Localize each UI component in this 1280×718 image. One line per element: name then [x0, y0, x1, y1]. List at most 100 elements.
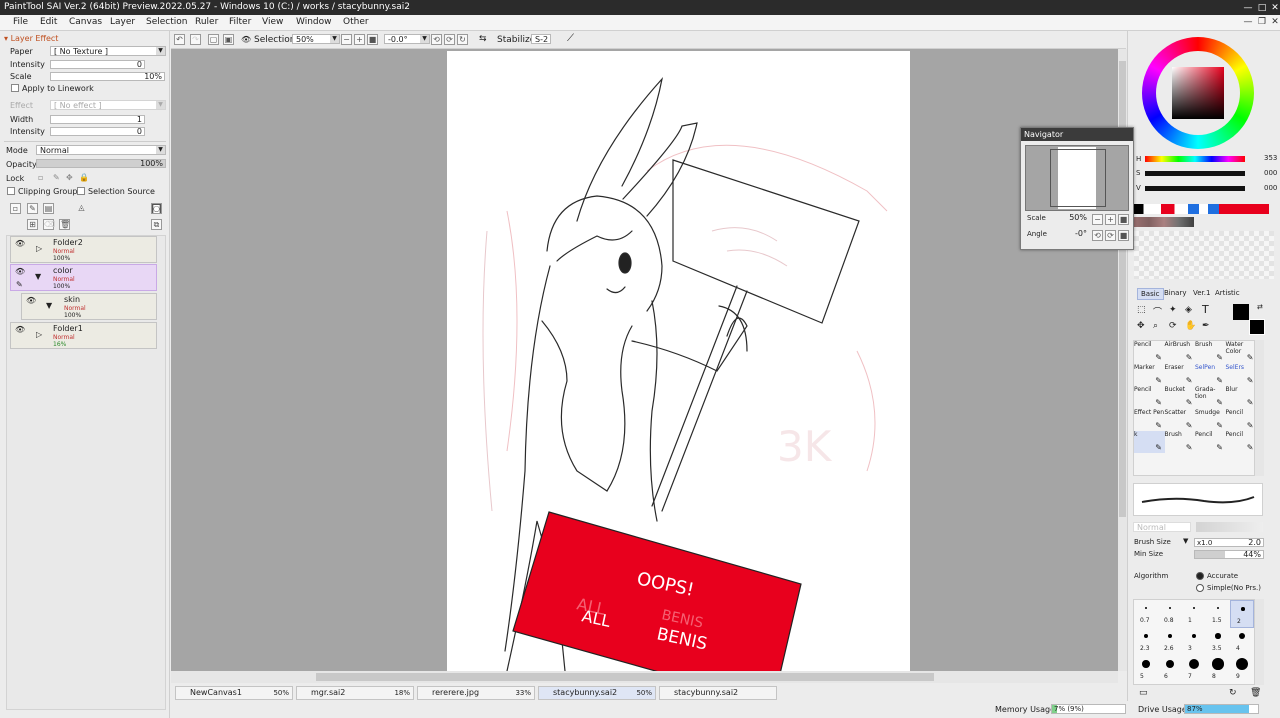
brush-size-preset[interactable]: 1 — [1182, 600, 1206, 628]
rotate-left-icon[interactable]: ⟲ — [431, 34, 442, 45]
tool-cell[interactable]: Pencil ✎ — [1134, 386, 1165, 408]
eye-icon[interactable]: 👁 — [26, 296, 36, 306]
tool-cell[interactable]: SelErs ✎ — [1226, 364, 1257, 386]
eye-icon[interactable]: 👁 — [15, 239, 25, 249]
folder-expanded-icon[interactable]: ▼ — [46, 301, 52, 310]
tool-cell[interactable]: Bucket ✎ — [1165, 386, 1196, 408]
tool-cell[interactable]: k ✎ — [1134, 431, 1165, 453]
tab-newcanvas1[interactable]: NewCanvas1 50% — [175, 686, 293, 700]
lock-pixels-icon[interactable]: ▫ — [38, 173, 43, 182]
zoom-reset-icon[interactable]: ■ — [1118, 214, 1129, 225]
nav-scale-slider[interactable]: 50% — [1049, 213, 1089, 223]
brush-size-preset[interactable]: 6 — [1158, 656, 1182, 684]
intensity-slider[interactable]: 0 — [50, 60, 145, 69]
flip-icon[interactable]: ⇆ — [479, 34, 487, 44]
tool-cell[interactable]: Pencil ✎ — [1134, 341, 1165, 363]
merge-down-icon[interactable]: ⊞ — [27, 219, 38, 230]
close-icon[interactable]: ✕ — [1269, 3, 1280, 14]
layer-filter-icon[interactable]: ◬ — [76, 203, 87, 214]
opacity-slider[interactable]: 100% — [36, 159, 166, 168]
lock-move-icon[interactable]: ✥ — [66, 173, 73, 182]
horizontal-scrollbar[interactable] — [171, 671, 1118, 683]
tool-cell[interactable]: Marker ✎ — [1134, 364, 1165, 386]
folder-expanded-icon[interactable]: ▼ — [35, 272, 41, 281]
tool-cell[interactable]: Smudge ✎ — [1195, 409, 1226, 431]
hand-icon[interactable]: ✋ — [1185, 321, 1196, 331]
zoom-in-icon[interactable]: + — [354, 34, 365, 45]
lock-paint-icon[interactable]: ✎ — [53, 173, 60, 182]
selection-source-checkbox[interactable] — [77, 187, 85, 195]
tool-cell[interactable]: Brush ✎ — [1195, 341, 1226, 363]
tool-cell[interactable]: Scatter ✎ — [1165, 409, 1196, 431]
tool-cell[interactable]: Water Color ✎ — [1226, 341, 1257, 363]
hue-slider[interactable] — [1145, 156, 1245, 162]
swatch-row[interactable] — [1134, 204, 1269, 214]
tab-artistic[interactable]: Artistic — [1215, 289, 1240, 297]
simple-radio[interactable] — [1196, 584, 1204, 592]
rotate-icon[interactable]: ⟳ — [1169, 321, 1177, 331]
brush-size-preset[interactable]: 5 — [1134, 656, 1158, 684]
tool-cell[interactable]: Pencil ✎ — [1226, 431, 1257, 453]
tool-cell[interactable]: Brush ✎ — [1165, 431, 1196, 453]
brush-size-preset[interactable]: 0.7 — [1134, 600, 1158, 628]
zoom-reset-icon[interactable]: ■ — [367, 34, 378, 45]
tool-cell[interactable]: Blur ✎ — [1226, 386, 1257, 408]
brush-size-preset[interactable]: 3 — [1182, 628, 1206, 656]
navigator-panel[interactable]: Navigator Scale 50% − + ■ Angle -0° ⟲ ⟳ … — [1020, 127, 1134, 250]
tool-cell[interactable]: AirBrush ✎ — [1165, 341, 1196, 363]
brush-size-preset[interactable]: 8 — [1206, 656, 1230, 684]
tool-cell[interactable]: Grada- tion ✎ — [1195, 386, 1226, 408]
maximize-icon[interactable]: □ — [1256, 3, 1268, 14]
rotate-right-icon[interactable]: ⟳ — [1105, 230, 1116, 241]
trash-icon[interactable]: 🗑 — [1250, 688, 1261, 698]
brush-size-preset[interactable]: 2 — [1230, 600, 1254, 628]
menu-ruler[interactable]: Ruler — [195, 17, 218, 27]
zoom-out-icon[interactable]: − — [1092, 214, 1103, 225]
brush-size-preset[interactable]: 2.3 — [1134, 628, 1158, 656]
magic-wand-icon[interactable]: ✦ — [1169, 305, 1177, 315]
saturation-slider[interactable] — [1145, 171, 1245, 176]
tool-cell[interactable]: SelPen ✎ — [1195, 364, 1226, 386]
zoom-icon[interactable]: ⌕ — [1153, 321, 1158, 331]
invert-selection-icon[interactable]: ▣ — [223, 34, 234, 45]
presets-scrollbar[interactable] — [1255, 599, 1264, 685]
reset-icon[interactable]: ↻ — [1229, 688, 1237, 698]
move-icon[interactable]: ✥ — [1137, 321, 1145, 331]
tool-cell[interactable]: Eraser ✎ — [1165, 364, 1196, 386]
tab-stacybunny-active[interactable]: stacybunny.sai2 50% — [538, 686, 656, 700]
scale-slider[interactable]: 10% — [50, 72, 165, 81]
tool-cell[interactable]: Effect Pen ✎ — [1134, 409, 1165, 431]
layer-effect-header[interactable]: ▾ Layer Effect — [4, 34, 58, 43]
tab-basic[interactable]: Basic — [1137, 288, 1164, 300]
canvas-area[interactable]: 3K OOPS! ALL ALL BENIS BENIS — [171, 49, 1118, 671]
horizontal-scroll-thumb[interactable] — [316, 673, 934, 681]
menu-filter[interactable]: Filter — [229, 17, 251, 27]
brush-size-preset[interactable]: 7 — [1182, 656, 1206, 684]
rotate-left-icon[interactable]: ⟲ — [1092, 230, 1103, 241]
tab-ver1[interactable]: Ver.1 — [1193, 289, 1210, 297]
text-icon[interactable]: T — [1202, 303, 1209, 316]
clear-layer-icon[interactable]: ⌫ — [43, 219, 55, 230]
minimize-icon[interactable]: — — [1242, 3, 1254, 14]
layer-row-selected[interactable]: 👁 ✎ ▼ color Normal 100% — [10, 264, 157, 291]
eye-icon[interactable]: 👁 — [15, 325, 25, 335]
shape-icon[interactable]: ◈ — [1185, 305, 1192, 315]
ruler-icon[interactable]: ⟋ — [567, 33, 574, 44]
angle-select[interactable]: -0.0° ▼ — [384, 34, 430, 44]
brush-size-preset[interactable]: 4 — [1230, 628, 1254, 656]
color-wheel[interactable] — [1142, 37, 1254, 149]
layer-row[interactable]: 👁 ▼ skin Normal 100% — [21, 293, 157, 320]
min-size-slider[interactable]: 44% — [1194, 550, 1264, 559]
swatch-row-2[interactable] — [1134, 217, 1194, 227]
layer-row[interactable]: 👁 ▷ Folder2 Normal 100% — [10, 236, 157, 263]
layer-mask-icon[interactable]: ◙ — [151, 203, 162, 214]
zoom-out-icon[interactable]: − — [341, 34, 352, 45]
menu-other[interactable]: Other — [343, 17, 369, 27]
saturation-value-square[interactable] — [1172, 67, 1224, 119]
eye-icon[interactable]: 👁 — [241, 35, 251, 44]
brush-size-slider[interactable]: x1.0 2.0 — [1194, 538, 1264, 547]
foreground-color[interactable] — [1233, 304, 1249, 320]
eye-icon[interactable]: 👁 — [15, 267, 25, 277]
doc-close-icon[interactable]: ✕ — [1269, 17, 1280, 28]
tab-mgr[interactable]: mgr.sai2 18% — [296, 686, 414, 700]
